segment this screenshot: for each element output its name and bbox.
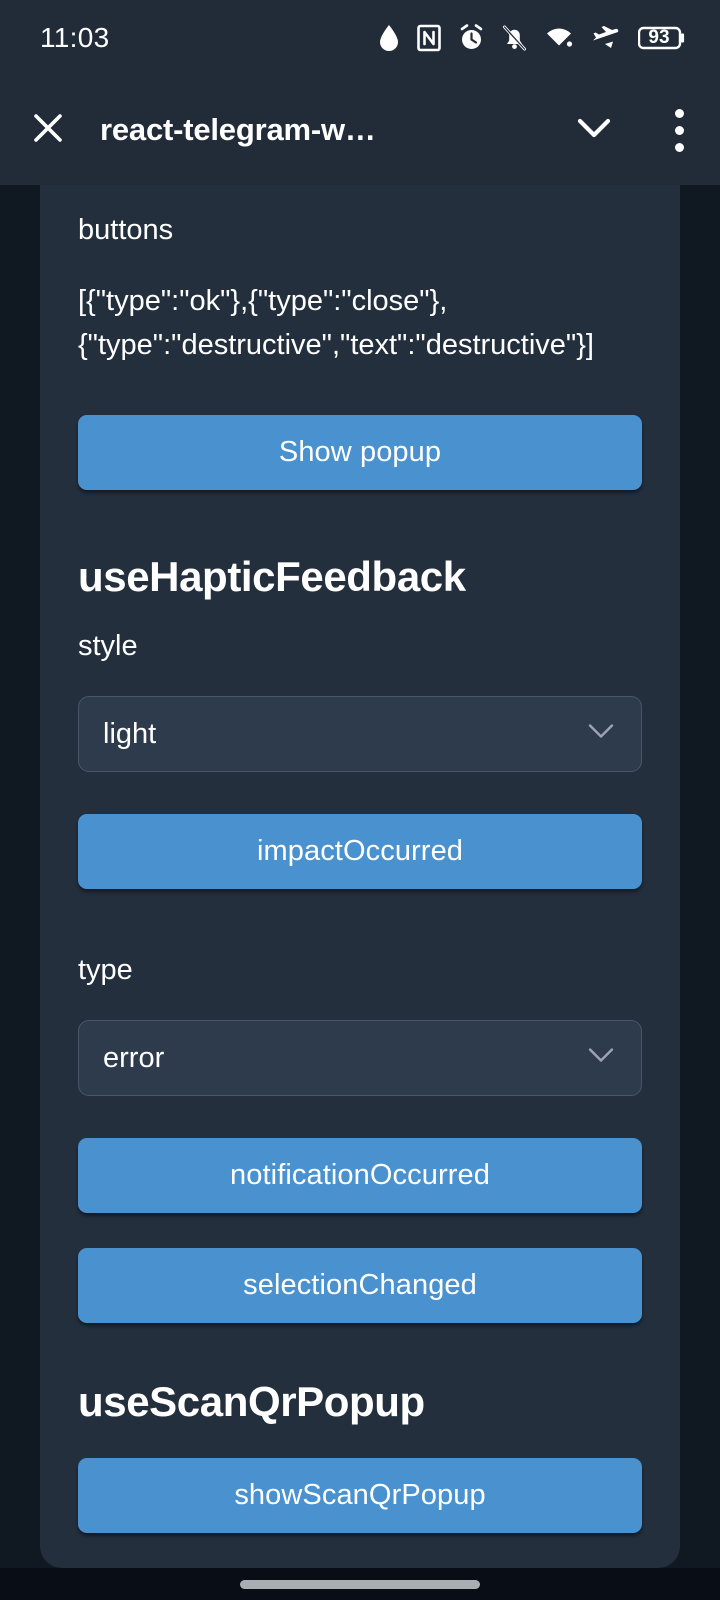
- phone-screen: 11:03 93 react-telegram-w… buttons [{"ty…: [0, 0, 720, 1600]
- battery-level-text: 93: [648, 26, 670, 48]
- alarm-clock-icon: [458, 23, 485, 52]
- menu-dot: [674, 108, 684, 118]
- type-select[interactable]: error: [78, 1020, 642, 1097]
- style-select-wrap: light: [78, 696, 642, 773]
- wifi-icon: [544, 24, 574, 52]
- close-button[interactable]: [0, 109, 96, 152]
- show-popup-button[interactable]: Show popup: [78, 415, 642, 491]
- nfc-icon: [417, 24, 441, 52]
- webview-panel: buttons [{"type":"ok"},{"type":"close"},…: [40, 185, 680, 1568]
- chevron-down-icon: [574, 114, 614, 147]
- more-options-icon: [674, 108, 684, 152]
- page-title: react-telegram-w…: [100, 112, 376, 147]
- collapse-button[interactable]: [550, 114, 638, 147]
- status-icons-group: 93: [378, 23, 686, 52]
- more-options-button[interactable]: [638, 108, 720, 152]
- app-header: react-telegram-w…: [0, 75, 720, 185]
- menu-dot: [674, 125, 684, 135]
- selection-changed-button[interactable]: selectionChanged: [78, 1248, 642, 1324]
- type-field-label: type: [78, 954, 133, 987]
- bell-muted-icon: [502, 24, 527, 52]
- buttons-field-value: [{"type":"ok"},{"type":"close"},{"type":…: [78, 285, 594, 361]
- close-icon: [29, 109, 67, 152]
- system-navigation-bar: [0, 1568, 720, 1600]
- status-bar: 11:03 93: [0, 0, 720, 75]
- buttons-field-label: buttons: [78, 214, 174, 246]
- gesture-handle[interactable]: [240, 1579, 480, 1589]
- webview-content: buttons [{"type":"ok"},{"type":"close"},…: [40, 211, 680, 1534]
- section-title-scan-qr-popup: useScanQrPopup: [78, 1378, 425, 1426]
- show-scan-qr-popup-button[interactable]: showScanQrPopup: [78, 1458, 642, 1534]
- battery-icon: 93: [638, 24, 686, 52]
- menu-dot: [674, 142, 684, 152]
- airplane-mode-icon: [591, 24, 621, 52]
- status-time: 11:03: [40, 21, 110, 53]
- style-select[interactable]: light: [78, 696, 642, 773]
- style-field-label: style: [78, 630, 138, 663]
- water-drop-icon: [378, 24, 400, 52]
- type-select-wrap: error: [78, 1020, 642, 1097]
- notification-occurred-button[interactable]: notificationOccurred: [78, 1138, 642, 1214]
- impact-occurred-button[interactable]: impactOccurred: [78, 814, 642, 890]
- section-title-haptic-feedback: useHapticFeedback: [78, 553, 466, 601]
